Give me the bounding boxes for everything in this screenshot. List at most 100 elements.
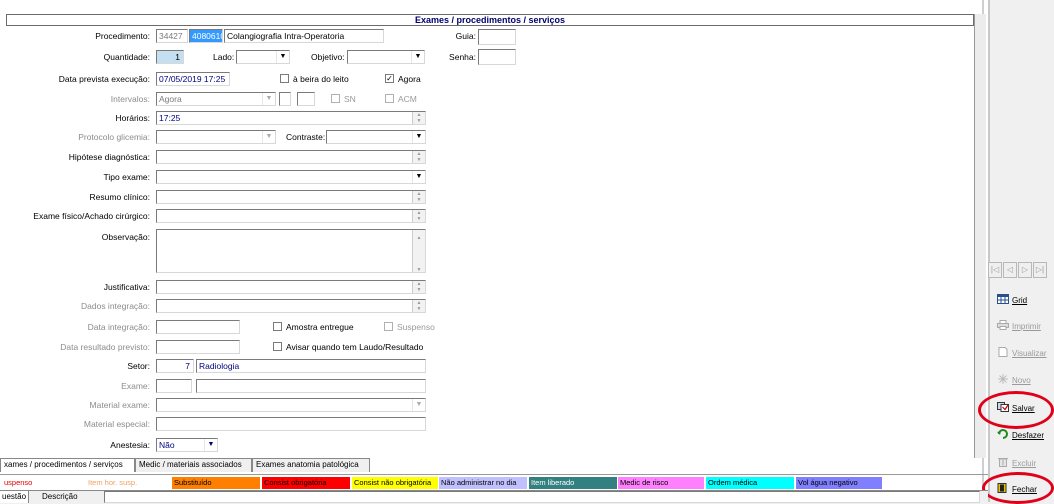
- senha-field[interactable]: [478, 49, 516, 65]
- resumo-clinico-label: Resumo clínico:: [89, 192, 150, 202]
- printer-icon: [997, 320, 1009, 330]
- desfazer-button[interactable]: Desfazer: [997, 428, 1053, 444]
- exame-name-field[interactable]: [196, 379, 426, 393]
- spin-arrows-icon[interactable]: ▲ ▼: [412, 210, 425, 222]
- intervalos-select[interactable]: Agora ▼: [156, 92, 276, 106]
- description-field[interactable]: [104, 491, 980, 503]
- excluir-label: Excluir: [1012, 459, 1037, 468]
- exame-label: Exame:: [121, 381, 150, 391]
- exame-code-field[interactable]: [156, 379, 192, 393]
- last-record-button[interactable]: ▷|: [1033, 262, 1047, 278]
- intervalos-extra-field-2[interactable]: [297, 92, 315, 106]
- agora-label: Agora: [398, 74, 421, 84]
- spin-arrows-icon[interactable]: ▲ ▼: [412, 300, 425, 312]
- tab-questao[interactable]: uestão: [0, 491, 30, 503]
- amostra-entregue-label: Amostra entregue: [286, 322, 354, 332]
- tab-exames[interactable]: xames / procedimentos / serviços: [0, 458, 135, 472]
- dados-integracao-label: Dados integração:: [81, 301, 150, 311]
- amostra-entregue-checkbox[interactable]: [273, 322, 282, 331]
- legend-item: Substituído: [172, 477, 260, 489]
- setor-name-field[interactable]: Radiologia: [196, 359, 426, 373]
- chevron-down-icon[interactable]: ▼: [412, 171, 425, 183]
- quantidade-field[interactable]: 1: [156, 50, 184, 64]
- highlight-circle-fechar: [982, 472, 1054, 504]
- protocolo-glicemia-select[interactable]: ▼: [156, 130, 276, 144]
- observacao-field[interactable]: ▲ ▼: [156, 229, 426, 273]
- material-exame-label: Material exame:: [89, 400, 150, 410]
- acm-checkbox[interactable]: [385, 94, 394, 103]
- legend-item: Não administrar no dia: [439, 477, 527, 489]
- scrollbar-arrows-icon[interactable]: ▲ ▼: [412, 230, 425, 272]
- agora-checkbox[interactable]: ✓: [385, 74, 394, 83]
- tab-descricao[interactable]: Descrição: [40, 491, 80, 503]
- grid-button[interactable]: Grid: [997, 293, 1053, 309]
- anestesia-select[interactable]: Não ▼: [156, 438, 218, 452]
- chevron-down-icon[interactable]: ▼: [412, 399, 425, 411]
- tipo-exame-label: Tipo exame:: [103, 172, 150, 182]
- vertical-scrollbar[interactable]: [974, 14, 986, 458]
- prev-record-button[interactable]: ◁: [1003, 262, 1017, 278]
- data-resultado-field[interactable]: [156, 340, 240, 354]
- spin-arrows-icon[interactable]: ▲ ▼: [412, 281, 425, 293]
- legend-item: Consist não obrigatória: [352, 477, 438, 489]
- imprimir-label: Imprimir: [1012, 322, 1041, 331]
- legend-item: Item liberado: [529, 477, 617, 489]
- material-exame-select[interactable]: ▼: [156, 398, 426, 412]
- chevron-down-icon[interactable]: ▼: [262, 93, 275, 105]
- hipotese-label: Hipótese diagnóstica:: [68, 152, 150, 162]
- spin-arrows-icon[interactable]: ▲ ▼: [412, 191, 425, 203]
- intervalos-extra-field-1[interactable]: [279, 92, 291, 106]
- imprimir-button[interactable]: Imprimir: [997, 319, 1053, 335]
- legend-item: uspenso: [2, 477, 86, 489]
- novo-label: Novo: [1012, 376, 1031, 385]
- window-title: Exames / procedimentos / serviços: [6, 14, 974, 26]
- chevron-down-icon[interactable]: ▼: [412, 131, 425, 143]
- legend-item: Ordem médica: [706, 477, 794, 489]
- dados-integracao-field[interactable]: ▲ ▼: [156, 299, 426, 313]
- sn-checkbox[interactable]: [331, 94, 340, 103]
- setor-code-field[interactable]: 7: [156, 359, 194, 373]
- data-prevista-field[interactable]: 07/05/2019 17:25: [156, 72, 230, 86]
- horarios-label: Horários:: [115, 113, 150, 123]
- chevron-down-icon[interactable]: ▼: [262, 131, 275, 143]
- suspenso-checkbox[interactable]: [384, 322, 393, 331]
- first-record-button[interactable]: |◁: [988, 262, 1002, 278]
- legend-item: Vol água negativo: [796, 477, 882, 489]
- observacao-label: Observação:: [101, 232, 150, 242]
- excluir-button[interactable]: Excluir: [997, 456, 1053, 472]
- resumo-clinico-field[interactable]: ▲ ▼: [156, 190, 426, 204]
- desfazer-label: Desfazer: [1012, 431, 1045, 440]
- hipotese-field[interactable]: ▲ ▼: [156, 150, 426, 164]
- grid-icon: [997, 294, 1009, 304]
- guia-field[interactable]: [478, 29, 516, 45]
- acm-label: ACM: [398, 94, 417, 104]
- checkmark-icon: ✓: [386, 74, 393, 83]
- horarios-field[interactable]: 17:25 ▲ ▼: [156, 111, 426, 125]
- tipo-exame-select[interactable]: ▼: [156, 170, 426, 184]
- procedimento-tuss-field[interactable]: 40806103: [189, 29, 223, 43]
- lado-select[interactable]: ▼: [236, 50, 290, 64]
- material-especial-field[interactable]: [156, 417, 426, 431]
- justificativa-field[interactable]: ▲ ▼: [156, 280, 426, 294]
- chevron-down-icon[interactable]: ▼: [276, 51, 289, 63]
- novo-button[interactable]: Novo: [997, 373, 1053, 389]
- next-record-button[interactable]: ▷: [1018, 262, 1032, 278]
- exame-fisico-field[interactable]: ▲ ▼: [156, 209, 426, 223]
- tab-anatomia-patologica[interactable]: Exames anatomia patológica: [252, 458, 370, 472]
- avisar-laudo-checkbox[interactable]: [273, 342, 282, 351]
- tab-medic-materiais[interactable]: Medic / materiais associados: [135, 458, 252, 472]
- spin-arrows-icon[interactable]: ▲ ▼: [412, 112, 425, 124]
- beira-leito-checkbox[interactable]: [280, 74, 289, 83]
- contraste-label: Contraste:: [286, 132, 326, 142]
- undo-icon: [997, 429, 1008, 439]
- setor-label: Setor:: [127, 361, 150, 371]
- data-integracao-field[interactable]: [156, 320, 240, 334]
- legend-item: Item hor. susp.: [86, 477, 170, 489]
- chevron-down-icon[interactable]: ▼: [204, 439, 217, 451]
- status-legend: uspenso Item hor. susp. Substituído Cons…: [0, 474, 988, 489]
- visualizar-button[interactable]: Visualizar: [997, 346, 1053, 362]
- spin-arrows-icon[interactable]: ▲ ▼: [412, 151, 425, 163]
- procedimento-code-field[interactable]: 34427: [156, 29, 188, 43]
- contraste-select[interactable]: ▼: [326, 130, 426, 144]
- tab-strip: xames / procedimentos / serviços Medic /…: [0, 458, 988, 472]
